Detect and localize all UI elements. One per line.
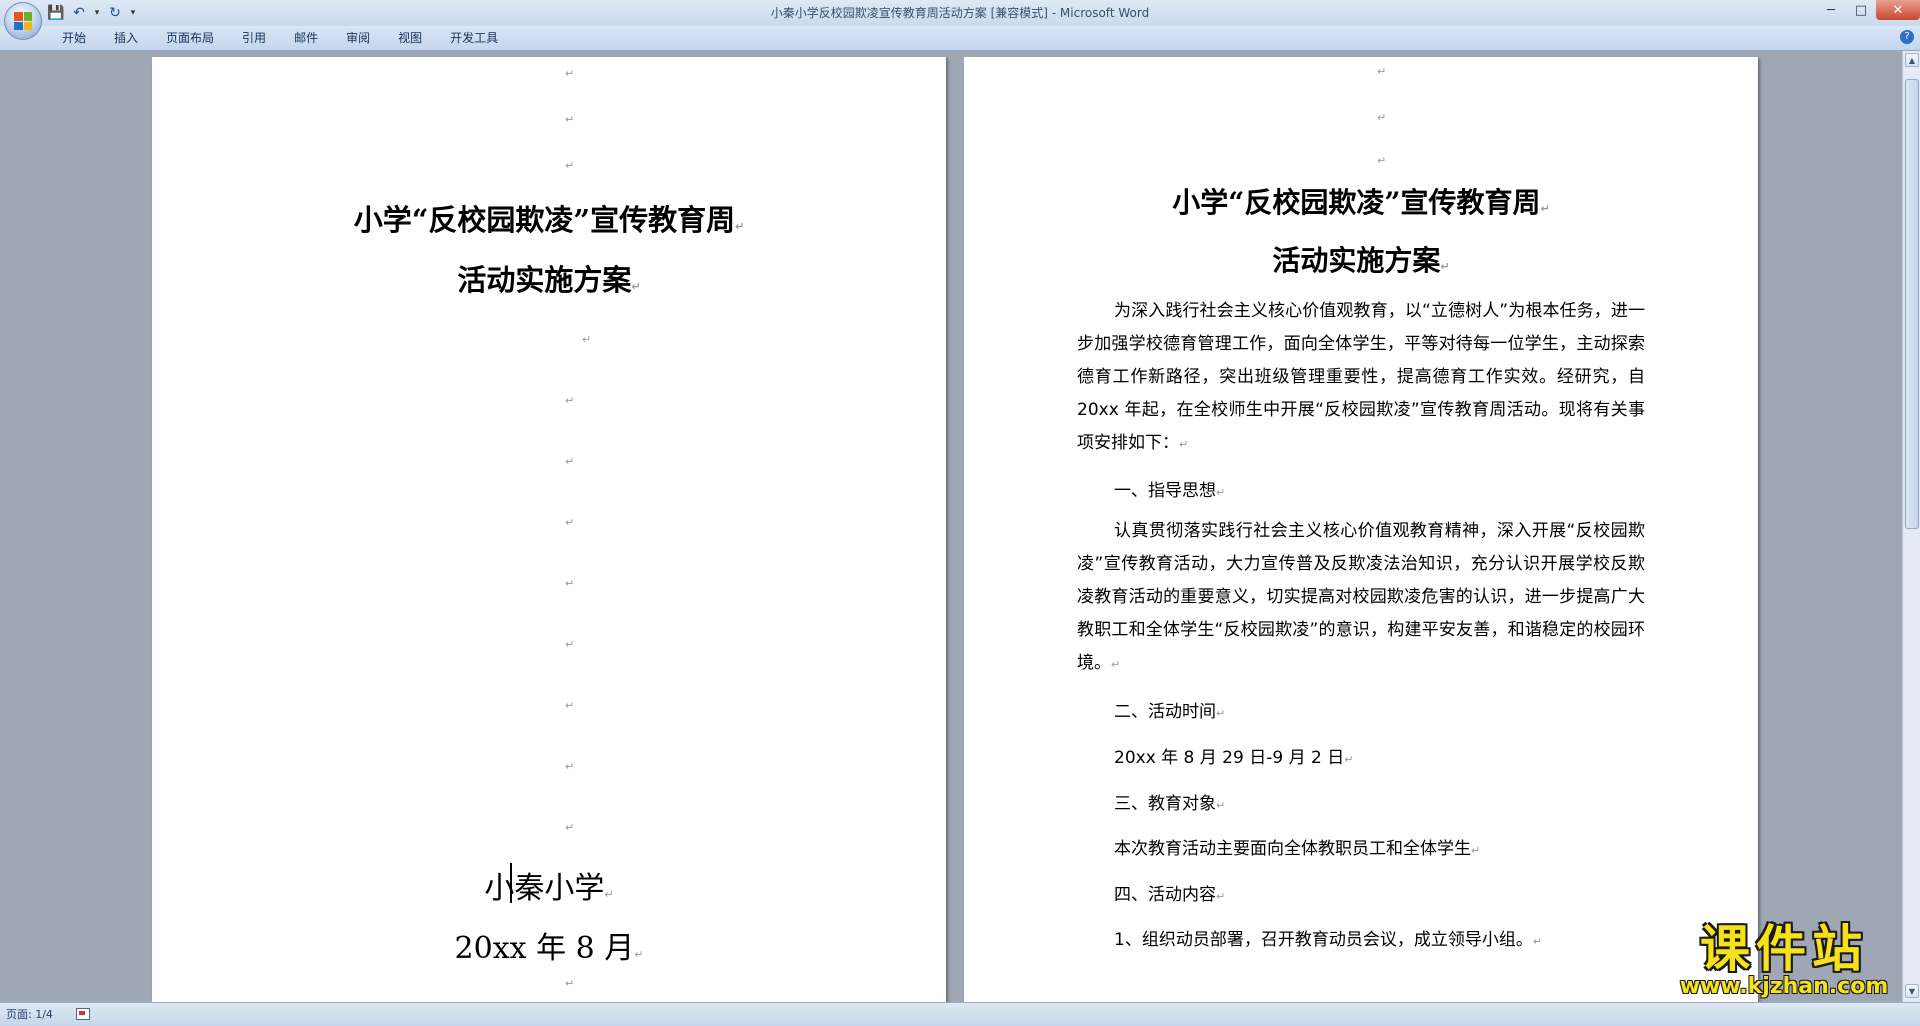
section-2-body: 20xx 年 8 月 29 日-9 月 2 日↵ xyxy=(1114,748,1354,768)
paragraph-mark: ↵ xyxy=(565,760,575,773)
section-3-body: 本次教育活动主要面向全体教职员工和全体学生↵ xyxy=(1114,839,1481,859)
paragraph-mark: ↵ xyxy=(565,821,575,834)
cover-date: 20xx 年 8 月↵ xyxy=(454,931,644,966)
customize-toolbar-icon[interactable]: ▾ xyxy=(128,3,138,23)
paragraph-mark: ↵ xyxy=(1216,707,1226,720)
scroll-up-icon[interactable]: ▲ xyxy=(1905,53,1919,67)
watermark-url: www.kjzhan.com xyxy=(1679,974,1889,999)
tab-references[interactable]: 引用 xyxy=(228,26,280,50)
section-1-body: 认真贯彻落实践行社会主义核心价值观教育精神，深入开展“反校园欺凌”宣传教育活动，… xyxy=(1077,521,1645,673)
window-controls: ─ □ ✕ xyxy=(1816,0,1920,22)
section-1-heading: 一、指导思想↵ xyxy=(1114,481,1226,501)
paragraph-mark: ↵ xyxy=(582,333,592,346)
undo-dropdown-icon[interactable]: ▾ xyxy=(92,3,102,23)
ribbon-tabs: 开始 插入 页面布局 引用 邮件 审阅 视图 开发工具 xyxy=(0,26,1920,51)
close-button[interactable]: ✕ xyxy=(1876,0,1920,20)
section-4-item-1: 1、组织动员部署，召开教育动员会议，成立领导小组。↵ xyxy=(1114,930,1543,950)
paragraph-mark: ↵ xyxy=(565,455,575,468)
paragraph-mark: ↵ xyxy=(565,577,575,590)
paragraph-mark: ↵ xyxy=(604,888,614,901)
save-icon[interactable]: 💾 xyxy=(46,3,66,23)
cover-school-name: 小秦小学↵ xyxy=(484,871,614,906)
minimize-button[interactable]: ─ xyxy=(1816,0,1846,20)
paragraph-mark: ↵ xyxy=(1440,260,1450,273)
paragraph-mark: ↵ xyxy=(1216,799,1226,812)
intro-paragraph: 为深入践行社会主义核心价值观教育，以“立德树人”为根本任务，进一步加强学校德育管… xyxy=(1077,301,1645,453)
paragraph-mark: ↵ xyxy=(1179,438,1189,451)
paragraph-mark: ↵ xyxy=(631,280,641,293)
paragraph-mark: ↵ xyxy=(1344,753,1354,766)
cover-title-line-1: 小学“反校园欺凌”宣传教育周↵ xyxy=(353,203,745,237)
paragraph-mark: ↵ xyxy=(634,948,644,961)
paragraph-mark: ↵ xyxy=(565,113,575,126)
paragraph-mark: ↵ xyxy=(565,699,575,712)
office-button[interactable] xyxy=(4,2,42,40)
quick-access-toolbar: 💾 ↶ ▾ ↻ ▾ xyxy=(46,2,138,24)
scroll-down-icon[interactable]: ▼ xyxy=(1905,984,1919,998)
section-3-heading: 三、教育对象↵ xyxy=(1114,794,1226,814)
tab-review[interactable]: 审阅 xyxy=(332,26,384,50)
vertical-scrollbar[interactable]: ▲ ▼ xyxy=(1902,51,1920,1002)
tab-page-layout[interactable]: 页面布局 xyxy=(152,26,228,50)
undo-icon[interactable]: ↶ xyxy=(69,3,89,23)
document-page-1[interactable]: ↵ ↵ ↵ 小学“反校园欺凌”宣传教育周↵ 活动实施方案↵ ↵ ↵ ↵ ↵ ↵ … xyxy=(152,57,946,1002)
maximize-button[interactable]: □ xyxy=(1846,0,1876,20)
site-watermark: 课件站 www.kjzhan.com xyxy=(1664,922,1904,1000)
office-logo-icon xyxy=(14,12,32,30)
watermark-logo-text: 课件站 xyxy=(1700,920,1868,978)
paragraph-mark: ↵ xyxy=(1111,658,1121,671)
status-bar: 页面: 1/4 xyxy=(0,1002,1920,1026)
paragraph-mark: ↵ xyxy=(565,977,575,990)
title-bar: 小秦小学反校园欺凌宣传教育周活动方案 [兼容模式] - Microsoft Wo… xyxy=(0,0,1920,26)
paragraph-mark: ↵ xyxy=(1377,111,1387,124)
document-title-line-2: 活动实施方案↵ xyxy=(1272,244,1450,277)
paragraph-mark: ↵ xyxy=(565,394,575,407)
paragraph-mark: ↵ xyxy=(565,159,575,172)
tab-view[interactable]: 视图 xyxy=(384,26,436,50)
paragraph-mark: ↵ xyxy=(565,516,575,529)
document-workspace: ↵ ↵ ↵ 小学“反校园欺凌”宣传教育周↵ 活动实施方案↵ ↵ ↵ ↵ ↵ ↵ … xyxy=(0,51,1902,1002)
help-icon[interactable]: ? xyxy=(1900,30,1914,44)
paragraph-mark: ↵ xyxy=(1377,65,1387,78)
tab-mailings[interactable]: 邮件 xyxy=(280,26,332,50)
tab-insert[interactable]: 插入 xyxy=(100,26,152,50)
paragraph-mark: ↵ xyxy=(565,67,575,80)
paragraph-mark: ↵ xyxy=(1532,935,1543,948)
redo-icon[interactable]: ↻ xyxy=(105,3,125,23)
paragraph-mark: ↵ xyxy=(1377,154,1387,167)
proofing-icon[interactable] xyxy=(76,1008,90,1020)
paragraph-mark: ↵ xyxy=(1540,202,1550,215)
paragraph-mark: ↵ xyxy=(1216,890,1226,903)
paragraph-mark: ↵ xyxy=(1471,844,1481,857)
tab-home[interactable]: 开始 xyxy=(48,26,100,50)
document-title-line-1: 小学“反校园欺凌”宣传教育周↵ xyxy=(1172,186,1550,219)
tab-developer[interactable]: 开发工具 xyxy=(436,26,512,50)
paragraph-mark: ↵ xyxy=(565,638,575,651)
window-title: 小秦小学反校园欺凌宣传教育周活动方案 [兼容模式] - Microsoft Wo… xyxy=(770,6,1150,20)
section-2-heading: 二、活动时间↵ xyxy=(1114,702,1226,722)
scroll-thumb[interactable] xyxy=(1905,79,1919,529)
paragraph-mark: ↵ xyxy=(1216,486,1226,499)
paragraph-mark: ↵ xyxy=(735,220,745,233)
cover-title-line-2: 活动实施方案↵ xyxy=(457,263,641,297)
section-4-heading: 四、活动内容↵ xyxy=(1114,885,1226,905)
page-count-status[interactable]: 页面: 1/4 xyxy=(6,1003,53,1026)
document-page-2[interactable]: ↵ ↵ ↵ 小学“反校园欺凌”宣传教育周↵ 活动实施方案↵ 为深入践行社会主义核… xyxy=(964,57,1758,1002)
